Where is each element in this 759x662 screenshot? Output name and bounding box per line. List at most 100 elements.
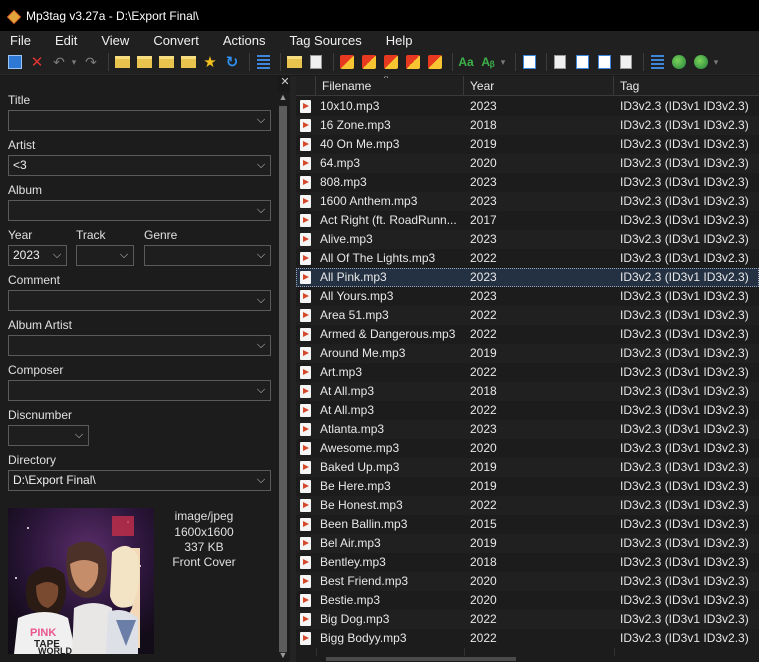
menu-convert[interactable]: Convert <box>143 33 199 48</box>
settings-dropdown-icon[interactable]: ▾ <box>712 53 720 71</box>
table-row[interactable]: Act Right (ft. RoadRunn... 2017 ID3v2.3 (I… <box>296 211 759 230</box>
table-row[interactable]: Bigg Bodyy.mp3 2022 ID3v2.3 (ID3v1 ID3v2.3… <box>296 629 759 648</box>
table-row[interactable]: At All.mp3 2018 ID3v2.3 (ID3v1 ID3v2.3) <box>296 382 759 401</box>
chevron-down-icon[interactable]: ⌵ <box>252 156 270 175</box>
chevron-down-icon[interactable]: ⌵ <box>252 291 270 310</box>
refresh-icon[interactable]: ↻ <box>223 53 241 71</box>
open-folder-icon[interactable] <box>113 53 131 71</box>
artist-field[interactable]: <3 ⌵ <box>8 155 271 176</box>
table-row[interactable]: At All.mp3 2022 ID3v2.3 (ID3v1 ID3v2.3) <box>296 401 759 420</box>
table-row[interactable]: Bestie.mp3 2020 ID3v2.3 (ID3v1 ID3v2.3) <box>296 591 759 610</box>
export-icon[interactable] <box>573 53 591 71</box>
settings-icon[interactable] <box>692 53 710 71</box>
favorite-star-icon[interactable]: ★ <box>201 53 219 71</box>
table-row[interactable]: Bentley.mp3 2018 ID3v2.3 (ID3v1 ID3v2.3) <box>296 553 759 572</box>
undo-dropdown-icon[interactable]: ▾ <box>70 53 78 71</box>
comment-field[interactable]: ⌵ <box>8 290 271 311</box>
menu-tag-sources[interactable]: Tag Sources <box>279 33 361 48</box>
table-row[interactable]: 40 On Me.mp3 2019 ID3v2.3 (ID3v1 ID3v2.3) <box>296 135 759 154</box>
chevron-down-icon[interactable]: ⌵ <box>252 201 270 220</box>
table-row[interactable]: All Of The Lights.mp3 2022 ID3v2.3 (ID3v1 … <box>296 249 759 268</box>
autonumber-icon[interactable] <box>360 53 378 71</box>
chevron-down-icon[interactable]: ⌵ <box>252 336 270 355</box>
chevron-down-icon[interactable]: ⌵ <box>252 471 270 490</box>
remove-tag-icon[interactable]: ✕ <box>28 53 46 71</box>
edit-icon[interactable] <box>520 53 538 71</box>
case-dropdown-icon[interactable]: ▾ <box>499 53 507 71</box>
column-header-icon[interactable] <box>296 76 316 96</box>
column-header-year[interactable]: Year <box>464 76 614 96</box>
genre-field[interactable]: ⌵ <box>144 245 271 266</box>
directory-field[interactable]: D:\Export Final\ ⌵ <box>8 470 271 491</box>
discnumber-field[interactable]: ⌵ <box>8 425 89 446</box>
table-row[interactable]: Art.mp3 2022 ID3v2.3 (ID3v1 ID3v2.3) <box>296 363 759 382</box>
menu-help[interactable]: Help <box>376 33 413 48</box>
folder-sub-icon[interactable] <box>179 53 197 71</box>
scrollbar-thumb[interactable] <box>326 657 516 661</box>
tag-to-filename-icon[interactable] <box>307 53 325 71</box>
redo-icon[interactable]: ↷ <box>82 53 100 71</box>
album-artist-field[interactable]: ⌵ <box>8 335 271 356</box>
table-row[interactable]: Baked Up.mp3 2019 ID3v2.3 (ID3v1 ID3v2.3) <box>296 458 759 477</box>
table-row[interactable]: 10x10.mp3 2023 ID3v2.3 (ID3v1 ID3v2.3) <box>296 97 759 116</box>
table-row[interactable]: 64.mp3 2020 ID3v2.3 (ID3v1 ID3v2.3) <box>296 154 759 173</box>
freedb-icon[interactable] <box>648 53 666 71</box>
list-icon[interactable] <box>254 53 272 71</box>
table-row[interactable]: 1600 Anthem.mp3 2023 ID3v2.3 (ID3v1 ID3v2.… <box>296 192 759 211</box>
table-row[interactable]: Best Friend.mp3 2020 ID3v2.3 (ID3v1 ID3v2.… <box>296 572 759 591</box>
chevron-down-icon[interactable]: ⌵ <box>48 246 66 265</box>
tag-tag-icon[interactable] <box>382 53 400 71</box>
composer-field[interactable]: ⌵ <box>8 380 271 401</box>
menu-file[interactable]: File <box>0 33 31 48</box>
case-conversion-icon[interactable]: Aᵦ <box>479 53 497 71</box>
chevron-down-icon[interactable]: ⌵ <box>252 381 270 400</box>
table-row[interactable]: 16 Zone.mp3 2018 ID3v2.3 (ID3v1 ID3v2.3) <box>296 116 759 135</box>
folder-icon[interactable] <box>157 53 175 71</box>
chevron-down-icon[interactable]: ⌵ <box>115 246 133 265</box>
report-icon[interactable] <box>595 53 613 71</box>
chevron-down-icon[interactable]: ⌵ <box>252 111 270 130</box>
table-row[interactable]: Been Ballin.mp3 2015 ID3v2.3 (ID3v1 ID3v2.… <box>296 515 759 534</box>
table-row[interactable]: Be Honest.mp3 2022 ID3v2.3 (ID3v1 ID3v2.3) <box>296 496 759 515</box>
chevron-down-icon[interactable]: ⌵ <box>70 426 88 445</box>
table-row[interactable]: Around Me.mp3 2019 ID3v2.3 (ID3v1 ID3v2.3) <box>296 344 759 363</box>
extended-tags-icon[interactable] <box>426 53 444 71</box>
chevron-down-icon[interactable]: ⌵ <box>252 246 270 265</box>
text-file-icon[interactable] <box>404 53 422 71</box>
table-row[interactable]: Big Dog.mp3 2022 ID3v2.3 (ID3v1 ID3v2.3) <box>296 610 759 629</box>
panel-scrollbar[interactable]: ▲ ▼ <box>276 92 290 662</box>
table-row[interactable]: All Pink.mp3 2023 ID3v2.3 (ID3v1 ID3v2.3) <box>296 268 759 287</box>
album-field[interactable]: ⌵ <box>8 200 271 221</box>
scroll-up-icon[interactable]: ▲ <box>276 92 290 102</box>
actions-icon[interactable]: Aa <box>457 53 475 71</box>
save-icon[interactable] <box>6 53 24 71</box>
table-row[interactable]: Be Here.mp3 2019 ID3v2.3 (ID3v1 ID3v2.3) <box>296 477 759 496</box>
menu-view[interactable]: View <box>91 33 129 48</box>
menu-actions[interactable]: Actions <box>213 33 266 48</box>
column-header-tag[interactable]: Tag <box>614 76 759 96</box>
menu-edit[interactable]: Edit <box>45 33 77 48</box>
tag-import-icon[interactable] <box>338 53 356 71</box>
sort-icon[interactable] <box>617 53 635 71</box>
title-field[interactable]: ⌵ <box>8 110 271 131</box>
table-row[interactable]: 808.mp3 2023 ID3v2.3 (ID3v1 ID3v2.3) <box>296 173 759 192</box>
table-row[interactable]: Area 51.mp3 2022 ID3v2.3 (ID3v1 ID3v2.3) <box>296 306 759 325</box>
track-field[interactable]: ⌵ <box>76 245 134 266</box>
table-row[interactable]: Armed & Dangerous.mp3 2022 ID3v2.3 (ID3v1 … <box>296 325 759 344</box>
add-folder-icon[interactable] <box>135 53 153 71</box>
horizontal-scrollbar[interactable] <box>296 656 759 662</box>
filename-to-tag-icon[interactable] <box>285 53 303 71</box>
cover-art[interactable]: PINK TAPE WORLD <box>8 508 154 654</box>
year-field[interactable]: 2023 ⌵ <box>8 245 67 266</box>
table-row[interactable]: Atlanta.mp3 2023 ID3v2.3 (ID3v1 ID3v2.3) <box>296 420 759 439</box>
undo-icon[interactable]: ↶ <box>50 53 68 71</box>
scrollbar-thumb[interactable] <box>279 106 287 652</box>
table-row[interactable]: All Yours.mp3 2023 ID3v2.3 (ID3v1 ID3v2.3) <box>296 287 759 306</box>
table-row[interactable]: Bel Air.mp3 2019 ID3v2.3 (ID3v1 ID3v2.3) <box>296 534 759 553</box>
table-row[interactable]: Alive.mp3 2023 ID3v2.3 (ID3v1 ID3v2.3) <box>296 230 759 249</box>
playlist-icon[interactable] <box>551 53 569 71</box>
scroll-down-icon[interactable]: ▼ <box>276 650 290 660</box>
web-sources-icon[interactable] <box>670 53 688 71</box>
table-row[interactable]: Awesome.mp3 2020 ID3v2.3 (ID3v1 ID3v2.3) <box>296 439 759 458</box>
column-header-filename[interactable]: Filename <box>316 76 464 96</box>
